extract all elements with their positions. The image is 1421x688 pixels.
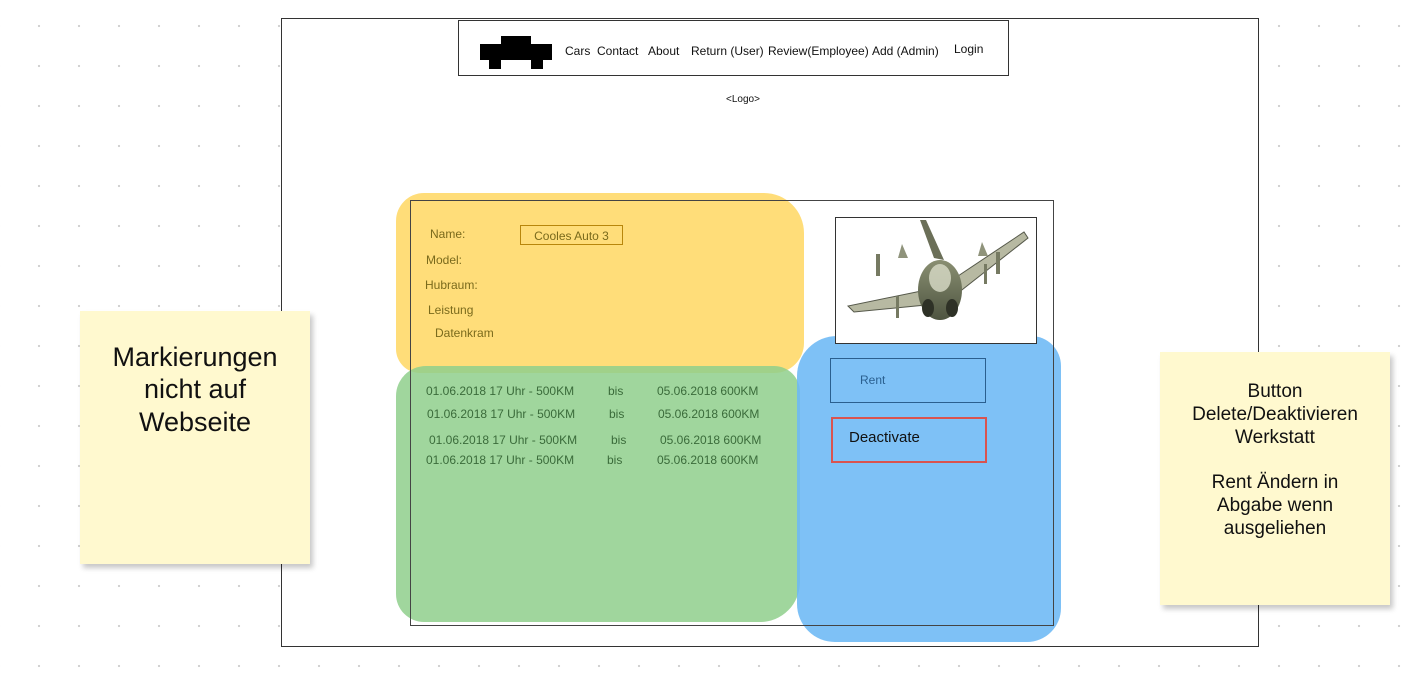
login-link[interactable]: Login: [954, 42, 983, 56]
rental-from: 01.06.2018 17 Uhr - 500KM: [427, 407, 576, 421]
note-line: Rent Ändern in: [1211, 472, 1339, 494]
note-spacer: [1160, 449, 1390, 472]
rental-from: 01.06.2018 17 Uhr - 500KM: [429, 433, 578, 447]
nav-item-about[interactable]: About: [648, 44, 679, 58]
rental-from: 01.06.2018 17 Uhr - 500KM: [426, 453, 575, 467]
nav-item-cars[interactable]: Cars: [565, 44, 590, 58]
note-line: Werkstatt: [1235, 426, 1315, 448]
nav-item-contact[interactable]: Contact: [597, 44, 638, 58]
label-datenkram: Datenkram: [435, 326, 494, 340]
note-line: nicht auf: [143, 374, 247, 405]
nav-item-return[interactable]: Return (User): [691, 44, 764, 58]
sticky-note-right: Button Delete/Deaktivieren Werkstatt Ren…: [1160, 352, 1390, 605]
rental-separator: bis: [608, 384, 624, 398]
rental-separator: bis: [611, 433, 627, 447]
note-line: Webseite: [138, 406, 252, 437]
rental-separator: bis: [609, 407, 625, 421]
label-hubraum: Hubraum:: [425, 278, 478, 292]
car-icon[interactable]: [480, 34, 552, 70]
label-model: Model:: [426, 253, 463, 267]
note-line: ausgeliehen: [1223, 517, 1327, 539]
note-line: Button: [1247, 381, 1303, 402]
rental-from: 01.06.2018 17 Uhr - 500KM: [426, 384, 575, 398]
deactivate-button[interactable]: Deactivate: [831, 417, 987, 463]
rent-button[interactable]: Rent: [830, 358, 986, 403]
note-line: Delete/Deaktivieren: [1192, 403, 1358, 425]
car-image: [835, 217, 1037, 344]
name-field[interactable]: Cooles Auto 3: [520, 225, 623, 245]
rental-to: 05.06.2018 600KM: [658, 407, 760, 421]
rental-to: 05.06.2018 600KM: [660, 433, 762, 447]
note-line: Markierungen: [112, 342, 278, 372]
label-name: Name:: [430, 227, 466, 241]
fighter-jet-image: [846, 220, 1029, 320]
rental-separator: bis: [607, 453, 623, 467]
nav-item-add[interactable]: Add (Admin): [872, 44, 939, 58]
note-line: Abgabe wenn: [1216, 495, 1334, 517]
rental-to: 05.06.2018 600KM: [657, 453, 759, 467]
logo-placeholder: <Logo>: [726, 94, 760, 105]
label-leistung: Leistung: [428, 303, 474, 317]
nav-item-review[interactable]: Review(Employee): [768, 44, 869, 58]
sticky-note-left: Markierungen nicht auf Webseite: [80, 311, 310, 564]
rental-to: 05.06.2018 600KM: [657, 384, 759, 398]
